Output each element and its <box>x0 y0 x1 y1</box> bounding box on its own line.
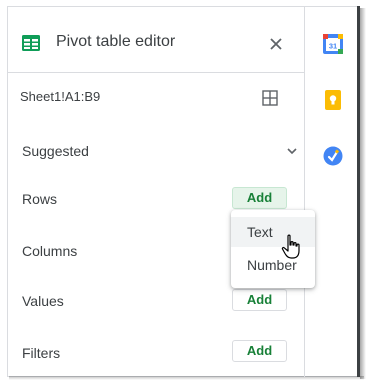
hand-pointer-icon <box>281 234 300 259</box>
keep-icon[interactable] <box>322 89 344 111</box>
svg-text:31: 31 <box>329 42 337 51</box>
window-shadow-right <box>360 8 366 379</box>
data-range[interactable]: Sheet1!A1:B9 <box>20 89 100 104</box>
tasks-icon[interactable] <box>322 145 344 167</box>
close-icon[interactable] <box>268 36 284 52</box>
header-divider <box>8 72 304 73</box>
suggested-label[interactable]: Suggested <box>22 143 89 159</box>
right-edge-bar <box>357 6 360 377</box>
values-label: Values <box>22 293 64 309</box>
pivot-table-icon <box>22 35 40 51</box>
columns-label: Columns <box>22 243 78 259</box>
filters-label: Filters <box>22 345 61 361</box>
select-range-icon[interactable] <box>262 90 278 106</box>
panel-title: Pivot table editor <box>56 33 176 50</box>
rows-label: Rows <box>22 191 58 207</box>
calendar-icon[interactable]: 31 <box>322 33 344 55</box>
window-shadow-bottom <box>9 376 364 380</box>
pivot-editor-window: Pivot table editor Sheet1!A1:B9 Suggeste… <box>0 0 371 380</box>
values-add-button[interactable]: Add <box>232 289 287 311</box>
rows-add-button[interactable]: Add <box>232 187 287 209</box>
editor-panel <box>7 6 360 377</box>
filters-add-button[interactable]: Add <box>232 340 287 362</box>
chevron-down-icon[interactable] <box>286 147 298 155</box>
sidepanel-divider <box>304 6 305 377</box>
